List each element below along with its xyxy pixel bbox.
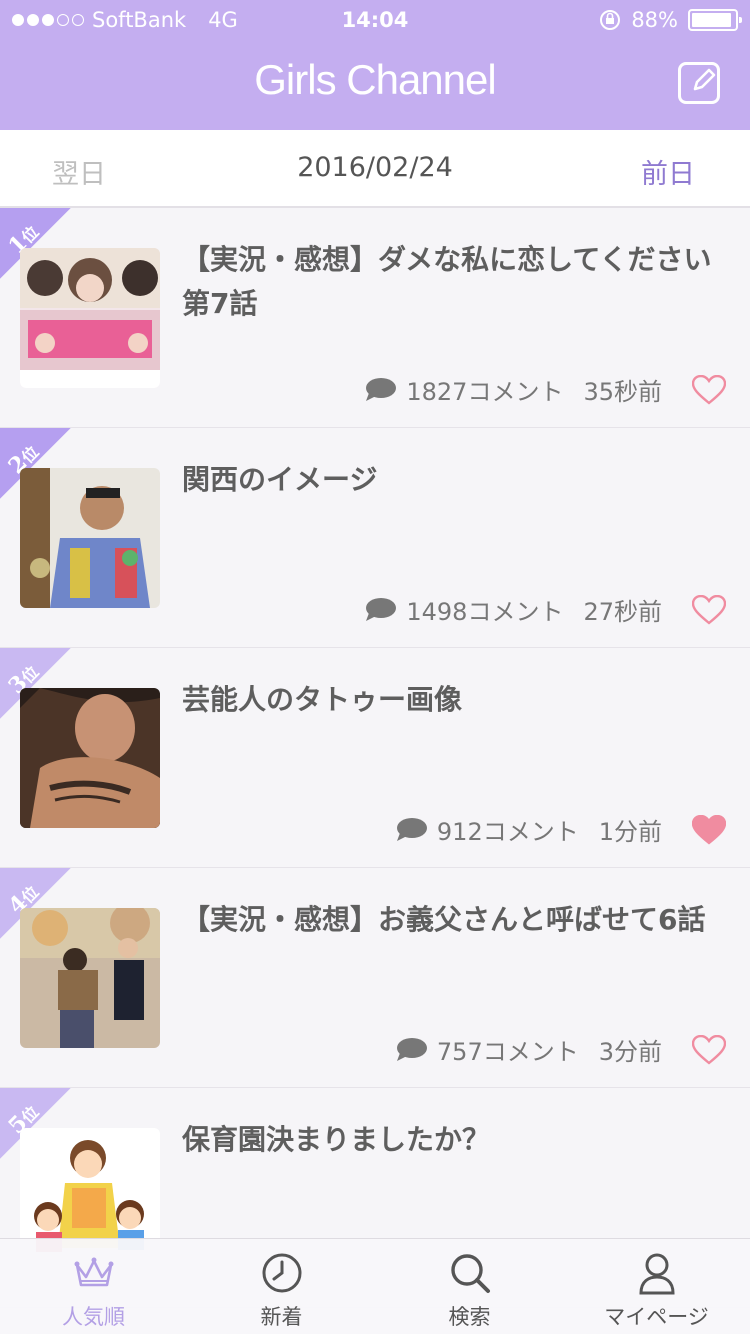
topic-title[interactable]: 【実況・感想】ダメな私に恋してください 第7話 bbox=[182, 238, 740, 326]
tab-mypage-label: マイページ bbox=[604, 1305, 709, 1329]
posted-time: 27秒前 bbox=[583, 598, 662, 626]
comment-count: 1827コメント bbox=[406, 378, 564, 406]
compose-button[interactable] bbox=[678, 62, 720, 104]
comment-count: 912コメント bbox=[436, 818, 579, 846]
posted-time: 3分前 bbox=[598, 1038, 662, 1066]
topic-title[interactable]: 関西のイメージ bbox=[182, 458, 722, 502]
list-item[interactable]: 4位 【実況・感想】お義父さんと呼ばせて6話 757コメント 3分前 bbox=[0, 868, 750, 1088]
topic-meta: 1498コメント 27秒前 bbox=[364, 592, 662, 627]
tab-search-label: 検索 bbox=[448, 1305, 491, 1329]
heart-icon[interactable] bbox=[692, 595, 726, 625]
ranking-list[interactable]: 1位 【実況・感想】ダメな私に恋してください 第7話 1827コメント 35秒前… bbox=[0, 208, 750, 1334]
thumbnail bbox=[20, 248, 160, 388]
comment-icon bbox=[366, 597, 397, 621]
topic-meta: 912コメント 1分前 bbox=[395, 812, 662, 847]
previous-day-button[interactable]: 前日 bbox=[641, 152, 695, 191]
topic-meta: 1827コメント 35秒前 bbox=[364, 372, 662, 407]
crown-icon bbox=[74, 1257, 114, 1287]
battery-icon bbox=[688, 9, 742, 31]
comment-count: 1498コメント bbox=[406, 598, 564, 626]
tab-bar: 人気順 新着 検索 マイページ bbox=[0, 1238, 750, 1334]
tab-search[interactable]: 検索 bbox=[376, 1239, 563, 1334]
posted-time: 1分前 bbox=[598, 818, 662, 846]
user-icon bbox=[639, 1253, 675, 1295]
heart-icon[interactable] bbox=[692, 375, 726, 405]
thumbnail bbox=[20, 468, 160, 608]
compose-icon bbox=[693, 68, 716, 91]
current-date: 2016/02/24 bbox=[297, 152, 453, 183]
date-navigation: 翌日 2016/02/24 前日 bbox=[0, 130, 750, 208]
comment-icon bbox=[396, 817, 427, 841]
app-title: Girls Channel bbox=[254, 56, 496, 103]
comment-icon bbox=[396, 1037, 427, 1061]
search-icon bbox=[451, 1254, 490, 1293]
heart-filled-icon[interactable] bbox=[692, 815, 726, 845]
tab-popular-label: 人気順 bbox=[62, 1305, 125, 1329]
thumbnail bbox=[20, 908, 160, 1048]
tab-popular[interactable]: 人気順 bbox=[0, 1239, 187, 1334]
heart-icon[interactable] bbox=[692, 1035, 726, 1065]
status-right: 88% bbox=[599, 8, 742, 32]
topic-meta: 757コメント 3分前 bbox=[395, 1032, 662, 1067]
tab-mypage[interactable]: マイページ bbox=[563, 1239, 750, 1334]
list-item[interactable]: 1位 【実況・感想】ダメな私に恋してください 第7話 1827コメント 35秒前 bbox=[0, 208, 750, 428]
list-item[interactable]: 3位 芸能人のタトゥー画像 912コメント 1分前 bbox=[0, 648, 750, 868]
topic-title[interactable]: 【実況・感想】お義父さんと呼ばせて6話 bbox=[182, 898, 722, 942]
topic-title[interactable]: 芸能人のタトゥー画像 bbox=[182, 678, 722, 722]
top-bar: SoftBank 4G 14:04 88% Girls Channel bbox=[0, 0, 750, 130]
comment-count: 757コメント bbox=[436, 1038, 579, 1066]
posted-time: 35秒前 bbox=[583, 378, 662, 406]
topic-title[interactable]: 保育園決まりましたか？ bbox=[182, 1118, 722, 1162]
thumbnail bbox=[20, 688, 160, 828]
rotation-lock-icon bbox=[600, 10, 621, 30]
tab-new-label: 新着 bbox=[260, 1305, 303, 1329]
tab-new[interactable]: 新着 bbox=[188, 1239, 375, 1334]
status-bar: SoftBank 4G 14:04 88% bbox=[0, 8, 750, 36]
comment-icon bbox=[366, 377, 397, 401]
list-item[interactable]: 2位 関西のイメージ 1498コメント 27秒前 bbox=[0, 428, 750, 648]
clock-icon bbox=[262, 1253, 302, 1293]
battery-percent: 88% bbox=[631, 8, 678, 32]
